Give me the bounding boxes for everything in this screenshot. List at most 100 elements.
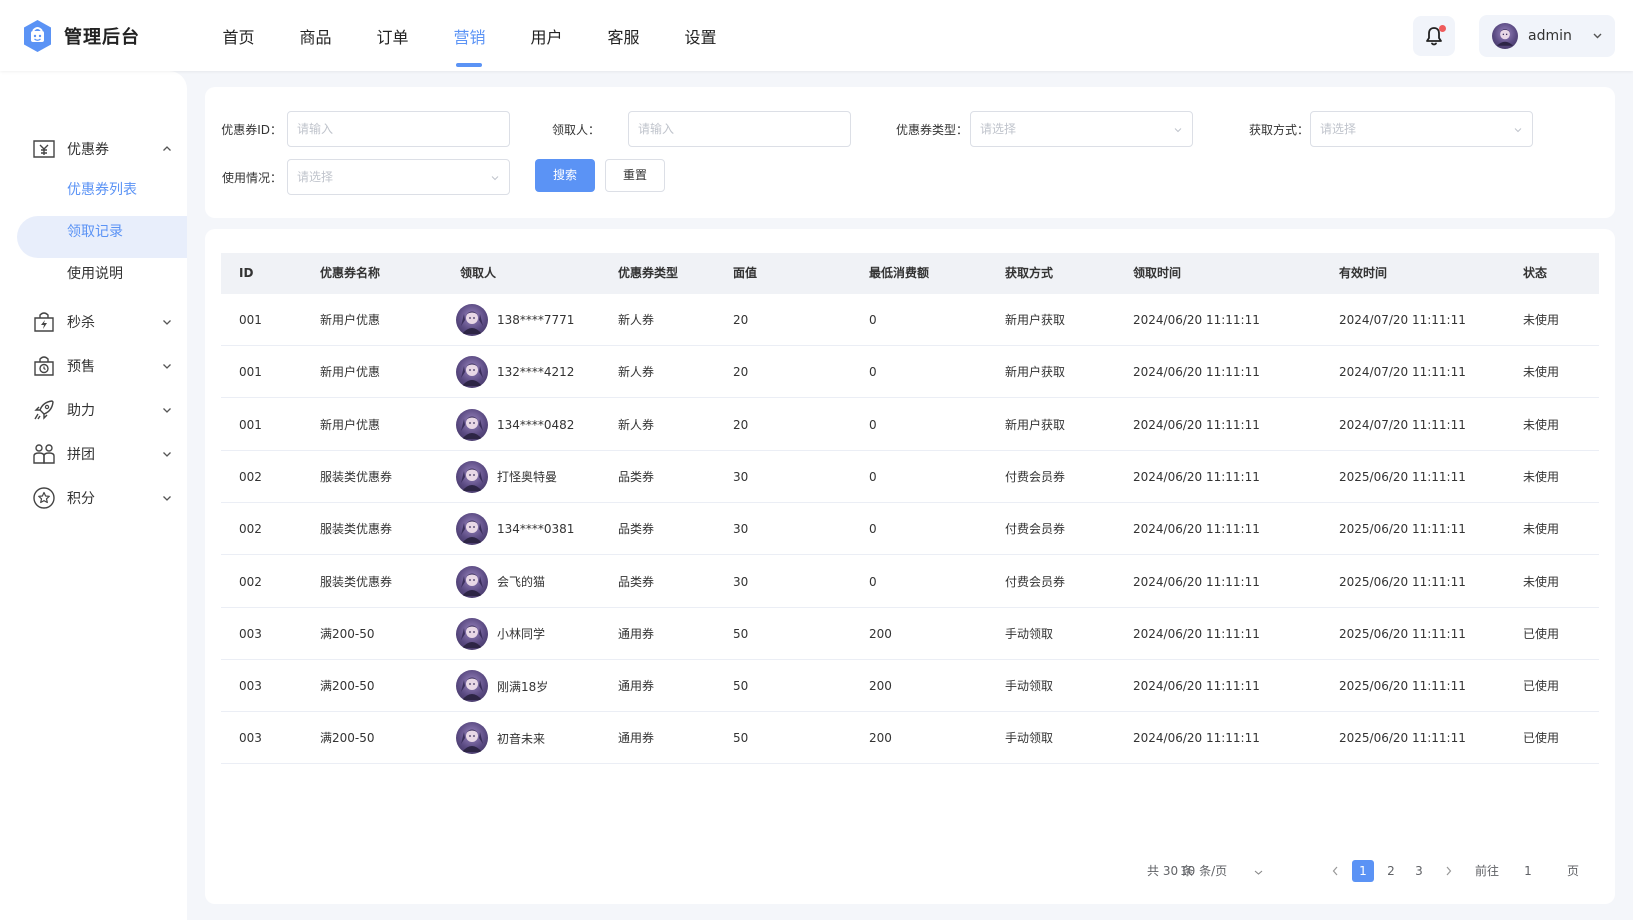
coupon-type-placeholder: 请选择 — [980, 122, 1017, 136]
app-logo[interactable]: 管理后台 — [22, 19, 140, 53]
notification-dot — [1439, 25, 1446, 32]
chevron-up-icon — [163, 146, 171, 151]
table-cell-id: 003 — [239, 626, 262, 641]
receiver-input[interactable] — [638, 122, 828, 136]
table-cell-status: 已使用 — [1523, 731, 1560, 746]
table-row[interactable]: 001 新用户优惠 132****4212 新人券 20 0 新用户获取 2024/06/20… — [221, 346, 1599, 399]
nav-service[interactable]: 客服 — [585, 0, 662, 71]
next-page-button[interactable] — [1444, 860, 1453, 882]
table-cell-status: 未使用 — [1523, 365, 1560, 380]
table-cell-id: 001 — [239, 417, 262, 432]
table-cell-received: 2024/06/20 11:11:11 — [1133, 731, 1260, 746]
table-row[interactable]: 001 新用户优惠 138****7771 新人券 20 0 新用户获取 2024/06/20… — [221, 294, 1599, 346]
table-cell-value: 20 — [733, 313, 749, 327]
sidebar-group-coupon[interactable]: 优惠券 — [32, 135, 172, 163]
table-cell-min: 0 — [869, 313, 877, 327]
search-button[interactable]: 搜索 — [535, 159, 595, 192]
table-cell-received: 2024/06/20 11:11:11 — [1133, 679, 1260, 694]
reset-button[interactable]: 重置 — [605, 159, 665, 192]
table-cell-value: 30 — [733, 522, 749, 537]
column-header: 领取人 — [460, 266, 497, 280]
table-row[interactable]: 002 服装类优惠券 134****0381 品类券 30 0 付费会员券 2024/06/2… — [221, 503, 1599, 556]
table-cell-status: 未使用 — [1523, 574, 1560, 589]
coupon-id-input[interactable] — [297, 122, 487, 136]
table-cell-value: 30 — [733, 574, 749, 589]
chevron-down-icon — [1174, 128, 1182, 133]
app-title: 管理后台 — [64, 27, 140, 48]
nav-users[interactable]: 用户 — [508, 0, 585, 71]
page-button-1[interactable]: 1 — [1352, 860, 1374, 882]
user-menu[interactable]: admin — [1479, 15, 1615, 57]
table-row[interactable]: 003 满200-50 小林同学 通用券 50 200 手动领取 2024/06/20 11:… — [221, 608, 1599, 660]
chevron-down-icon — [163, 364, 171, 369]
table-row[interactable]: 002 服装类优惠券 打怪奥特曼 品类券 30 0 付费会员券 2024/06/20 11:1… — [221, 451, 1599, 503]
column-header: 有效时间 — [1339, 266, 1388, 280]
nav-orders[interactable]: 订单 — [354, 0, 431, 71]
sidebar-item-receive-records[interactable]: 领取记录 — [67, 221, 123, 241]
coupon-id-label: 优惠券ID： — [221, 123, 282, 137]
filter-panel: 优惠券ID： 领取人： 优惠券类型： 请选择 获取方式： 请选择 使用情况： 请… — [205, 87, 1615, 218]
coupon-type-select[interactable]: 请选择 — [970, 111, 1193, 147]
rocket-icon — [34, 400, 54, 420]
page-button-2[interactable]: 2 — [1380, 860, 1402, 882]
table-cell-status: 未使用 — [1523, 417, 1560, 432]
sidebar-item-coupon-list[interactable]: 优惠券列表 — [67, 179, 137, 199]
page-button-3[interactable]: 3 — [1408, 860, 1430, 882]
sidebar-group-points[interactable]: 积分 — [32, 484, 172, 512]
table-cell-valid: 2025/06/20 11:11:11 — [1339, 574, 1466, 589]
receiver-cell: 138****7771 — [456, 304, 574, 336]
acquire-method-select[interactable]: 请选择 — [1310, 111, 1533, 147]
acquire-method-placeholder: 请选择 — [1320, 122, 1357, 136]
table-cell-id: 002 — [239, 574, 262, 589]
chevron-down-icon — [491, 176, 499, 181]
coupon-id-field[interactable] — [287, 111, 510, 147]
table-cell-valid: 2025/06/20 11:11:11 — [1339, 522, 1466, 537]
sidebar-group-label: 积分 — [67, 491, 95, 507]
receiver-cell: 小林同学 — [456, 617, 545, 650]
table-cell-min: 200 — [869, 679, 892, 694]
sidebar-group-presale[interactable]: 预售 — [32, 352, 172, 380]
table-row[interactable]: 001 新用户优惠 134****0482 新人券 20 0 新用户获取 2024/06/20… — [221, 399, 1599, 451]
receiver-cell: 会飞的猫 — [456, 565, 546, 598]
table-cell-valid: 2024/07/20 11:11:11 — [1339, 365, 1466, 380]
table-cell-value: 50 — [733, 679, 749, 694]
chevron-right-icon — [1446, 866, 1452, 876]
nav-home[interactable]: 首页 — [200, 0, 277, 71]
table-cell-received: 2024/06/20 11:11:11 — [1133, 626, 1260, 641]
table-cell-id: 002 — [239, 469, 262, 484]
sidebar-item-usage-guide[interactable]: 使用说明 — [67, 263, 123, 283]
sidebar-group-group-buy[interactable]: 拼团 — [32, 440, 172, 468]
column-header: 优惠券类型 — [618, 266, 679, 280]
chevron-down-icon — [163, 452, 171, 457]
receiver-field[interactable] — [628, 111, 851, 147]
usage-select[interactable]: 请选择 — [287, 159, 510, 195]
table-row[interactable]: 003 满200-50 初音未来 通用券 50 200 手动领取 2024/06/20 11:… — [221, 712, 1599, 765]
table-cell-type: 新人券 — [618, 313, 655, 327]
notification-button[interactable] — [1413, 16, 1455, 56]
flash-bag-icon — [34, 312, 54, 332]
nav-marketing[interactable]: 营销 — [431, 0, 508, 71]
column-header: 领取时间 — [1133, 266, 1182, 280]
star-circle-icon — [33, 487, 55, 509]
nav-settings[interactable]: 设置 — [662, 0, 739, 71]
nav-products[interactable]: 商品 — [277, 0, 354, 71]
column-header: ID — [239, 266, 254, 280]
table-cell-type: 品类券 — [618, 469, 655, 484]
column-header: 状态 — [1523, 266, 1548, 280]
table-cell-min: 0 — [869, 574, 877, 589]
table-cell-method: 付费会员券 — [1005, 469, 1066, 484]
prev-page-button[interactable] — [1331, 860, 1340, 882]
avatar — [1492, 23, 1518, 49]
table-cell-type: 新人券 — [618, 417, 655, 432]
receiver-name: 会飞的猫 — [497, 575, 546, 589]
chevron-down-icon — [1254, 870, 1263, 875]
goto-page-input[interactable]: 1 — [1508, 860, 1548, 882]
top-header: 管理后台 首页 商品 订单 营销 用户 客服 设置 admin — [0, 0, 1633, 71]
sidebar-group-flash-sale[interactable]: 秒杀 — [32, 308, 172, 336]
table-row[interactable]: 002 服装类优惠券 会飞的猫 品类券 30 0 付费会员券 2024/06/20 11:11… — [221, 556, 1599, 608]
page-size-select[interactable]: 10 条/页 — [1180, 860, 1265, 882]
sidebar-group-boost[interactable]: 助力 — [32, 396, 172, 424]
table-cell-min: 0 — [869, 522, 877, 537]
coupon-icon — [33, 140, 55, 158]
table-row[interactable]: 003 满200-50 刚满18岁 通用券 50 200 手动领取 2024/06/20 11… — [221, 660, 1599, 713]
